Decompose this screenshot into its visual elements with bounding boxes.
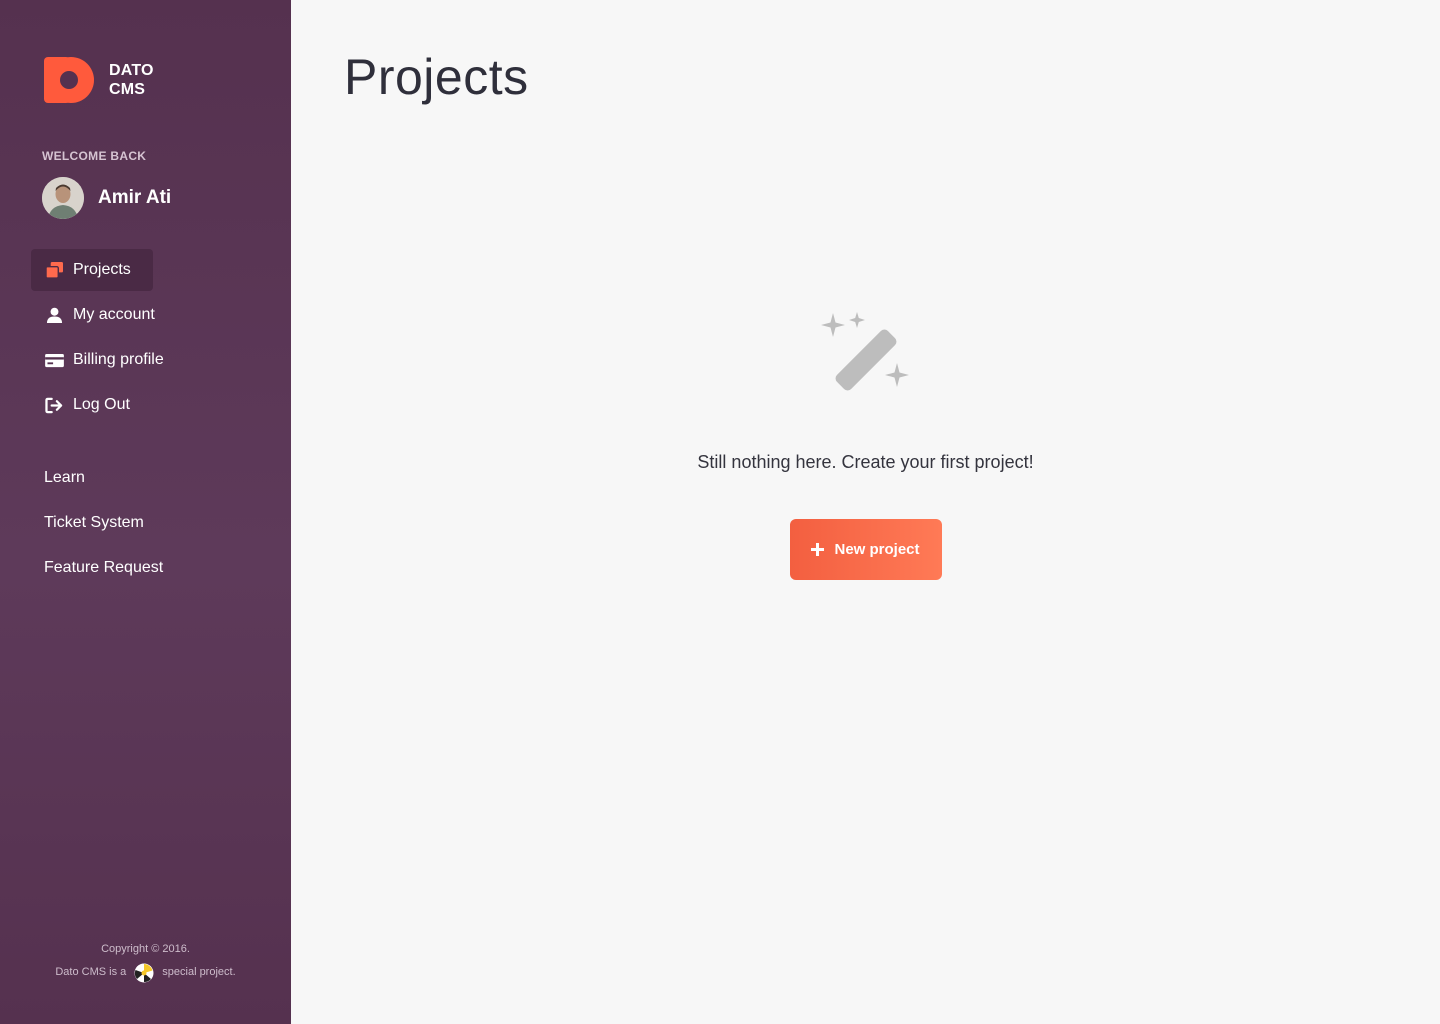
logo-text-line1: DATO <box>109 62 154 79</box>
user-icon <box>44 305 64 325</box>
link-learn[interactable]: Learn <box>44 460 163 505</box>
logo-text: DATO CMS <box>109 61 154 99</box>
sidebar-item-label: My account <box>73 306 155 323</box>
sidebar-item-log-out[interactable]: Log Out <box>31 384 152 426</box>
link-feature-request[interactable]: Feature Request <box>44 550 163 595</box>
copyright-text: Copyright © 2016. <box>101 943 190 955</box>
avatar <box>42 177 84 219</box>
empty-state-text: Still nothing here. Create your first pr… <box>697 452 1034 472</box>
credit-card-icon <box>44 350 64 370</box>
footer-text-post: special project. <box>162 966 236 978</box>
sidebar-item-projects[interactable]: Projects <box>31 249 153 291</box>
sidebar-item-billing-profile[interactable]: Billing profile <box>31 339 186 381</box>
empty-state: Still nothing here. Create your first pr… <box>291 310 1440 580</box>
projects-icon <box>44 260 64 280</box>
logo-icon <box>44 57 94 103</box>
logo-text-line2: CMS <box>109 81 146 98</box>
sidebar-footer: Copyright © 2016. Dato CMS is a special … <box>0 938 291 984</box>
sidebar-item-label: Projects <box>73 261 131 278</box>
welcome-label: WELCOME BACK <box>42 149 147 163</box>
partner-logo-icon[interactable] <box>134 963 154 983</box>
link-ticket-system[interactable]: Ticket System <box>44 505 163 550</box>
logout-icon <box>44 395 64 415</box>
sidebar-links: Learn Ticket System Feature Request <box>44 460 163 595</box>
user-name: Amir Ati <box>98 187 172 208</box>
main-content: Projects Still nothing here. Create your… <box>291 0 1440 1024</box>
dato-cms-logo[interactable]: DATO CMS <box>44 57 154 103</box>
sidebar-item-label: Log Out <box>73 396 130 413</box>
sidebar: DATO CMS WELCOME BACK Amir Ati Projects <box>0 0 291 1024</box>
sidebar-nav: Projects My account Billing profile Log … <box>31 249 186 429</box>
page-title: Projects <box>344 49 529 105</box>
sidebar-item-my-account[interactable]: My account <box>31 294 177 336</box>
user-profile: Amir Ati <box>42 177 171 219</box>
plus-icon <box>811 543 825 556</box>
sidebar-item-label: Billing profile <box>73 351 164 368</box>
footer-text-pre: Dato CMS is a <box>55 966 127 978</box>
new-project-button[interactable]: New project <box>789 519 942 580</box>
magic-wand-icon <box>820 312 909 391</box>
new-project-label: New project <box>834 541 920 558</box>
